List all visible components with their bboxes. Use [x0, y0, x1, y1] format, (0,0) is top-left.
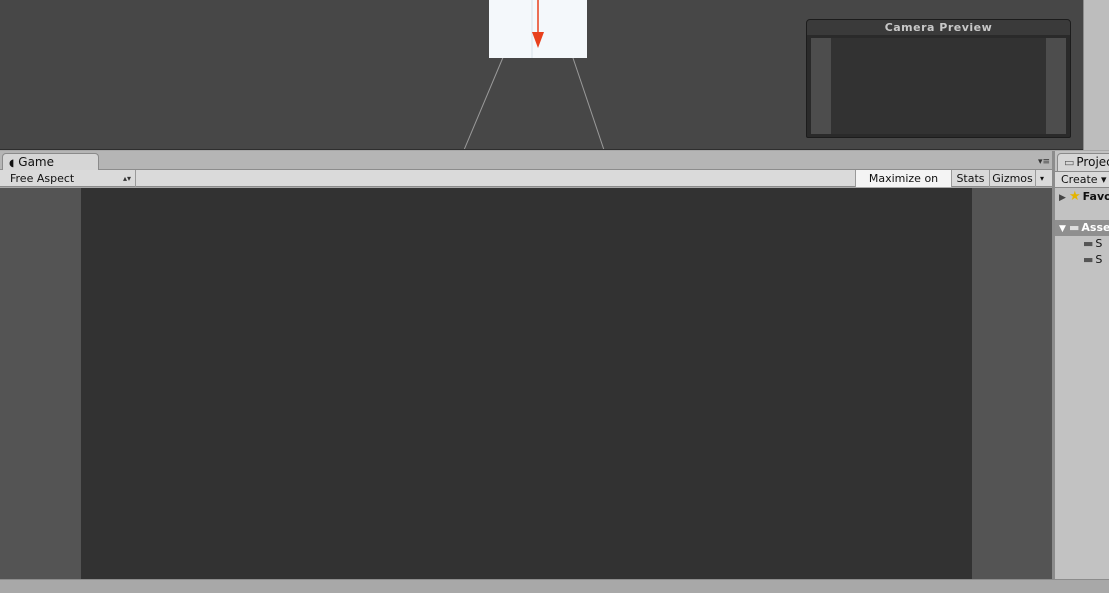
- folder-icon: ▬: [1083, 237, 1094, 250]
- game-render-area[interactable]: [81, 188, 972, 579]
- tree-item-subfolder[interactable]: ▬ S: [1083, 236, 1102, 252]
- panel-menu-icon[interactable]: ▾≡: [1038, 157, 1050, 167]
- collapse-arrow-icon[interactable]: ▼: [1059, 221, 1069, 237]
- game-view[interactable]: [0, 188, 1052, 579]
- status-bar: [0, 579, 1109, 593]
- project-panel: ▭Project Create ▾ ▶★Favorites ▼▬Assets ▬…: [1055, 151, 1109, 579]
- expand-arrow-icon[interactable]: ▶: [1059, 190, 1069, 206]
- camera-preview-viewport: [811, 38, 1066, 134]
- pacman-icon: ◖: [9, 158, 15, 169]
- star-icon: ★: [1069, 189, 1081, 204]
- folder-icon: ▭: [1064, 156, 1075, 169]
- preview-letterbox-left: [811, 38, 831, 134]
- aspect-dropdown[interactable]: Free Aspect ▴▾: [4, 170, 136, 187]
- aspect-dropdown-value: Free Aspect: [10, 172, 75, 185]
- game-toolbar: Free Aspect ▴▾ Maximize on Play Stats Gi…: [0, 170, 1052, 202]
- create-dropdown-button[interactable]: Create ▾: [1061, 172, 1107, 188]
- updown-arrows-icon: ▴▾: [122, 174, 131, 183]
- scene-side-panel: [1083, 0, 1109, 150]
- camera-preview-title: Camera Preview: [807, 20, 1070, 35]
- tab-project[interactable]: ▭Project: [1057, 153, 1109, 171]
- tree-item-subfolder[interactable]: ▬ S: [1083, 252, 1102, 268]
- folder-icon: ▬: [1083, 253, 1094, 266]
- stats-toggle[interactable]: Stats: [951, 170, 989, 187]
- tree-item-favorites[interactable]: ▶★Favorites: [1059, 189, 1109, 205]
- camera-gizmo-icon[interactable]: [488, 0, 588, 60]
- tab-project-label: Project: [1076, 155, 1109, 169]
- tab-game-label: Game: [18, 155, 55, 169]
- tab-game[interactable]: ◖ Game: [2, 153, 99, 171]
- game-tab-strip: ◖ Game ▾≡: [0, 151, 1052, 171]
- folder-icon: ▬: [1069, 221, 1080, 234]
- project-toolbar: Create ▾: [1055, 171, 1109, 188]
- camera-preview-window: Camera Preview: [806, 19, 1071, 138]
- preview-letterbox-right: [1046, 38, 1066, 134]
- maximize-on-play-toggle[interactable]: Maximize on Play: [855, 170, 951, 202]
- tree-item-assets[interactable]: ▼▬Assets: [1055, 220, 1109, 236]
- gizmos-dropdown-arrow-icon[interactable]: ▾: [1035, 170, 1048, 187]
- gizmos-toggle[interactable]: Gizmos: [989, 170, 1035, 187]
- scene-view[interactable]: Camera Preview: [0, 0, 1083, 150]
